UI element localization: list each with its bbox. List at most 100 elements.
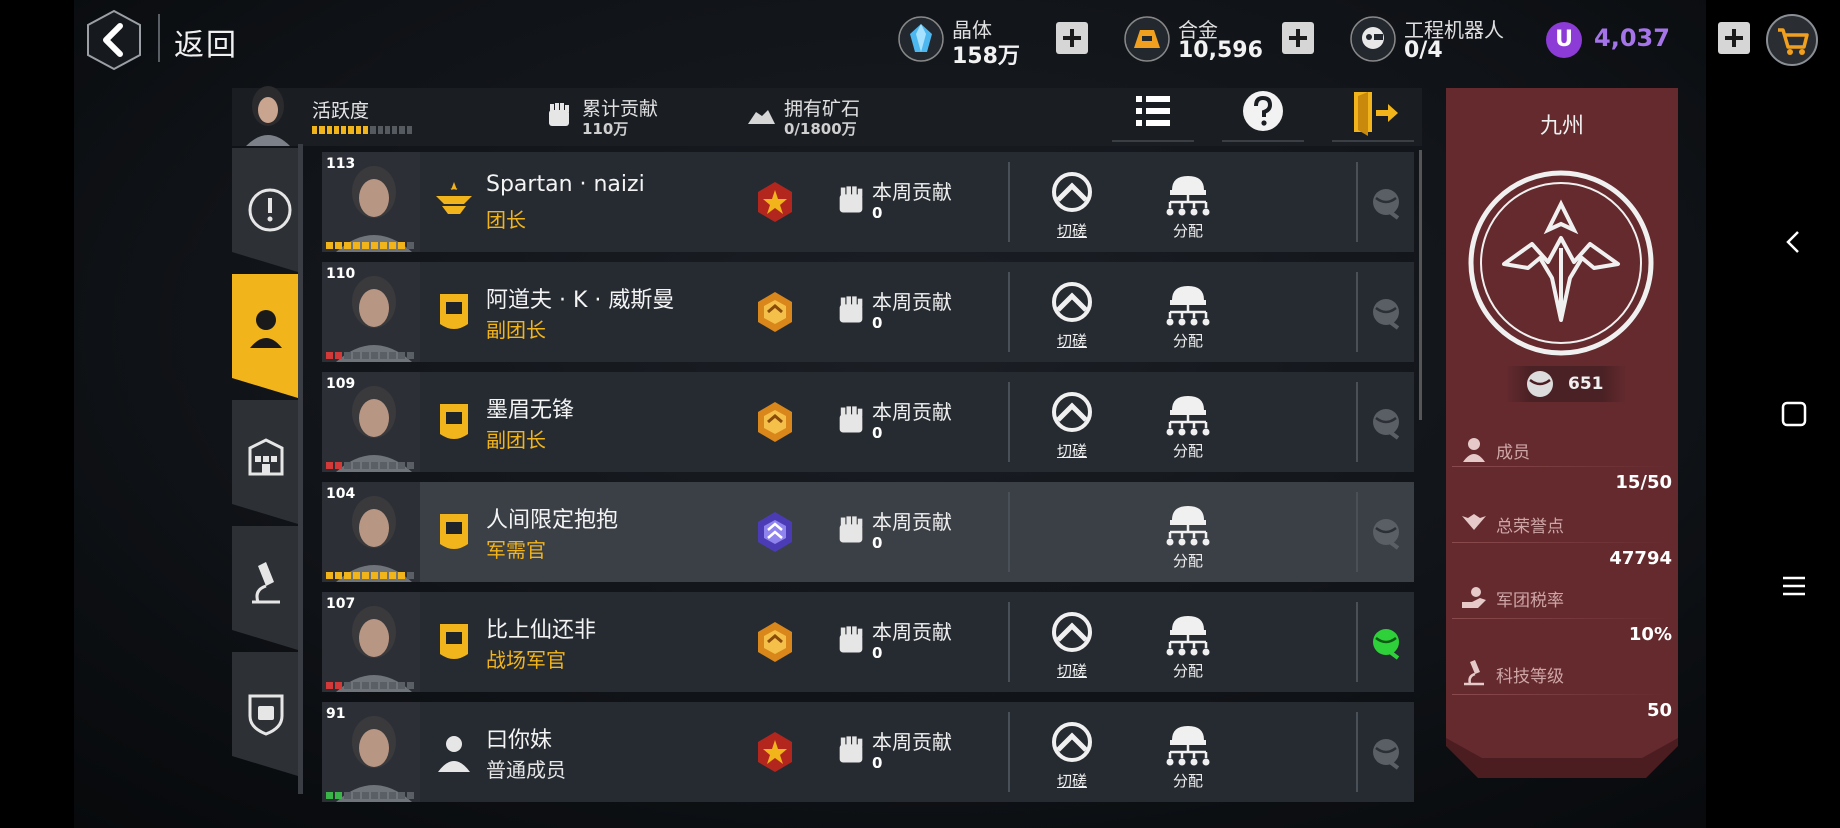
guild-stat-label: 成员	[1496, 443, 1530, 463]
divider	[1356, 272, 1358, 352]
level-pip	[380, 462, 387, 469]
tab-members[interactable]	[232, 274, 298, 398]
robot-value: 0/4	[1404, 38, 1443, 63]
level-pip	[344, 792, 351, 799]
level-pip	[398, 352, 405, 359]
level-pip	[371, 352, 378, 359]
duel-button[interactable]: 切磋	[1042, 720, 1102, 790]
back-button[interactable]	[82, 8, 146, 72]
assign-button[interactable]: 分配	[1158, 610, 1218, 680]
fist-icon	[839, 186, 863, 213]
divider	[1008, 382, 1010, 462]
rank-insignia-icon	[436, 182, 472, 214]
member-level-bar	[326, 572, 414, 579]
member-portrait[interactable]: 113	[322, 152, 420, 252]
guild-score-value: 651	[1568, 374, 1604, 394]
level-pip	[398, 242, 405, 249]
member-level-bar	[326, 792, 414, 799]
help-button[interactable]	[1222, 86, 1304, 142]
member-list-scrollbar[interactable]	[1419, 150, 1422, 420]
level-pip	[362, 242, 369, 249]
add-alloy-button[interactable]	[1282, 22, 1314, 54]
tab-notice[interactable]	[232, 148, 298, 272]
assign-network-icon	[1166, 506, 1210, 546]
member-level: 107	[326, 596, 356, 612]
member-row[interactable]: 109 墨眉无锋 副团长 本周贡献 0 切磋 分配	[322, 372, 1414, 472]
member-portrait[interactable]: 91	[322, 702, 420, 802]
divider	[1008, 162, 1010, 242]
assign-button[interactable]: 分配	[1158, 170, 1218, 240]
fist-icon	[839, 296, 863, 323]
member-portrait[interactable]: 110	[322, 262, 420, 362]
level-pip	[407, 352, 414, 359]
activity-pip	[362, 126, 369, 134]
weekly-contribution-label: 本周贡献	[872, 730, 952, 754]
ore-assign-icon[interactable]	[1368, 624, 1404, 660]
member-row[interactable]: 110 阿道夫 · K · 威斯曼 副团长 本周贡献 0 切磋 分配	[322, 262, 1414, 362]
exit-legion-button[interactable]	[1332, 86, 1414, 142]
shop-cart-button[interactable]	[1766, 14, 1818, 66]
duel-button[interactable]: 切磋	[1042, 610, 1102, 680]
level-pip	[407, 792, 414, 799]
member-row[interactable]: 104 人间限定抱抱 军需官 本周贡献 0 分配	[322, 482, 1414, 582]
member-portrait[interactable]: 107	[322, 592, 420, 692]
member-row[interactable]: 91 曰你妹 普通成员 本周贡献 0 切磋 分配	[322, 702, 1414, 802]
gold-medal-icon	[758, 292, 792, 332]
rank-insignia-icon	[440, 624, 468, 659]
member-portrait[interactable]: 109	[322, 372, 420, 472]
level-pip	[398, 682, 405, 689]
system-back-icon[interactable]	[1774, 222, 1814, 262]
rank-insignia-icon	[440, 514, 468, 549]
assign-button[interactable]: 分配	[1158, 280, 1218, 350]
member-row[interactable]: 107 比上仙还非 战场军官 本周贡献 0 切磋 分配	[322, 592, 1414, 692]
divider	[1356, 712, 1358, 792]
add-credit-button[interactable]	[1718, 22, 1750, 54]
member-portrait[interactable]: 104	[322, 482, 420, 582]
level-pip	[389, 792, 396, 799]
ore-assign-icon[interactable]	[1368, 184, 1404, 220]
tab-battle[interactable]	[232, 652, 298, 776]
help-icon	[1243, 91, 1283, 131]
assign-button[interactable]: 分配	[1158, 390, 1218, 460]
level-pip	[353, 462, 360, 469]
duel-label: 切磋	[1056, 222, 1087, 240]
alloy-value: 10,596	[1178, 38, 1263, 63]
back-label[interactable]: 返回	[174, 20, 238, 64]
weekly-contribution-label: 本周贡献	[872, 620, 952, 644]
ore-assign-icon[interactable]	[1368, 294, 1404, 330]
alloy-icon	[1124, 16, 1170, 62]
list-icon	[1136, 96, 1170, 126]
system-home-icon[interactable]	[1774, 394, 1814, 434]
assign-button[interactable]: 分配	[1158, 500, 1218, 570]
add-crystal-button[interactable]	[1056, 22, 1088, 54]
cart-icon	[1778, 28, 1809, 55]
member-row[interactable]: 113 Spartan · naizi 团长 本周贡献 0 切磋 分配	[322, 152, 1414, 252]
duel-button[interactable]: 切磋	[1042, 170, 1102, 240]
duel-button[interactable]: 切磋	[1042, 280, 1102, 350]
game-screen: 返回 晶体 158万 合金 10,596 工程机器人 0/4 U 4,037 活…	[0, 0, 1840, 828]
guild-stat-label: 科技等级	[1496, 667, 1564, 687]
activity-pip	[333, 126, 340, 134]
ore-assign-icon[interactable]	[1368, 404, 1404, 440]
member-level-bar	[326, 242, 414, 249]
fist-icon	[549, 103, 569, 126]
level-pip	[344, 462, 351, 469]
duel-button[interactable]: 切磋	[1042, 390, 1102, 460]
tab-tech[interactable]	[232, 526, 298, 650]
guild-stat-label: 军团税率	[1496, 591, 1564, 611]
guild-stat-value: 15/50	[1615, 472, 1672, 493]
guild-emblem	[1468, 170, 1654, 356]
ore-assign-icon[interactable]	[1368, 734, 1404, 770]
member-title: 普通成员	[486, 758, 566, 782]
member-name: 墨眉无锋	[486, 398, 575, 423]
activity-pip	[341, 126, 347, 134]
assign-network-icon	[1166, 396, 1210, 436]
tab-base[interactable]	[232, 400, 298, 524]
level-pip	[326, 352, 333, 359]
system-menu-icon[interactable]	[1774, 566, 1814, 606]
list-button[interactable]	[1112, 86, 1194, 142]
ore-assign-icon[interactable]	[1368, 514, 1404, 550]
exit-door-icon	[1354, 92, 1398, 136]
assign-button[interactable]: 分配	[1158, 720, 1218, 790]
duel-label: 切磋	[1056, 332, 1087, 350]
